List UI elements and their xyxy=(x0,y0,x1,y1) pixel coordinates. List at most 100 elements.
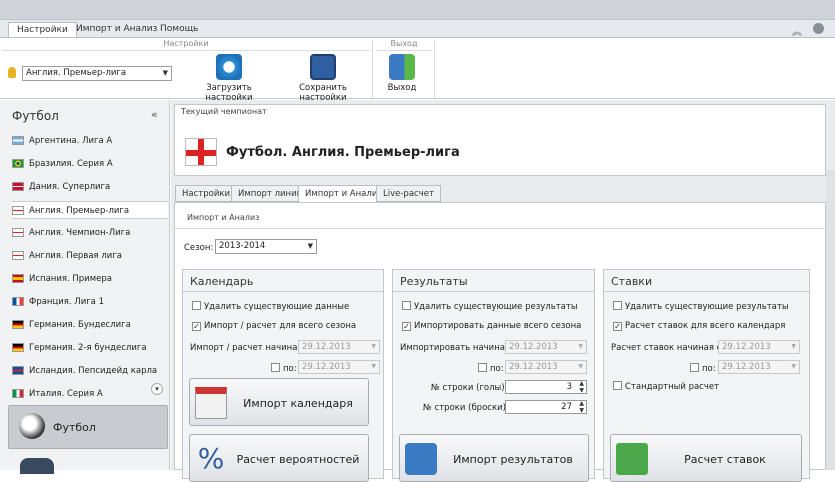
checkbox-label: Импортировать данные всего сезона xyxy=(414,321,582,331)
chevron-down-icon: ▼ xyxy=(578,343,583,350)
bets-standard-checkbox[interactable]: Стандартный расчет xyxy=(613,381,719,392)
sidebar-item-argentina[interactable]: Аргентина. Лига А xyxy=(12,132,168,150)
date-value: 29.12.2013 xyxy=(302,342,351,352)
ribbon-tab-strip: Настройки Импорт и Анализ Помощь ︽ xyxy=(0,20,835,38)
sidebar-item-label: Дания. Суперлига xyxy=(29,182,111,192)
ribbon-tab-import-analysis[interactable]: Импорт и Анализ xyxy=(68,22,165,38)
bets-panel: Ставки Удалить существующие результаты ✓… xyxy=(603,269,810,482)
group-separator xyxy=(434,40,435,98)
checkbox-empty-icon xyxy=(613,301,622,310)
checkbox-empty-icon xyxy=(192,301,201,310)
sidebar-item-france[interactable]: Франция. Лига 1 xyxy=(12,293,168,311)
ribbon-tab-settings[interactable]: Настройки xyxy=(8,22,77,38)
stepper-value: 3 xyxy=(566,382,572,392)
stepper-arrows-icon[interactable]: ▲ ▼ xyxy=(579,380,584,394)
hockey-icon[interactable] xyxy=(20,458,54,474)
sidebar-item-label: Англия. Премьер-лига xyxy=(29,206,130,216)
checkbox-label: Удалить существующие результаты xyxy=(414,302,578,312)
group-title-exit: Выход xyxy=(376,39,432,51)
date-value: 29.12.2013 xyxy=(509,362,558,372)
checkbox-empty-icon xyxy=(613,381,622,390)
calendar-to-checkbox[interactable]: по: xyxy=(271,363,297,374)
checkbox-empty-icon xyxy=(271,363,280,372)
bets-calc-all-checkbox[interactable]: ✓ Расчет ставок для всего календаря xyxy=(613,321,785,331)
results-import-all-checkbox[interactable]: ✓ Импортировать данные всего сезона xyxy=(402,321,581,331)
bets-to-checkbox[interactable]: по: xyxy=(690,363,716,374)
calc-probabilities-button[interactable]: % Расчет вероятностей xyxy=(189,434,369,482)
ribbon-tab-help[interactable]: Помощь xyxy=(152,22,206,38)
flag-denmark-icon xyxy=(12,182,24,191)
divider xyxy=(604,291,809,292)
flag-germany-icon xyxy=(12,343,24,352)
calendar-delete-checkbox[interactable]: Удалить существующие данные xyxy=(192,301,349,312)
help-circle-icon[interactable] xyxy=(813,23,824,34)
sidebar-item-denmark[interactable]: Дания. Суперлига xyxy=(12,178,168,196)
sidebar-item-italy[interactable]: Италия. Серия А xyxy=(12,385,168,403)
collapse-icon[interactable]: « xyxy=(151,108,158,121)
group-title-settings: Настройки xyxy=(2,39,370,51)
stepper-arrows-icon[interactable]: ▲ ▼ xyxy=(579,400,584,414)
checkbox-label: по: xyxy=(490,364,504,374)
scroll-down-icon[interactable]: ▾ xyxy=(151,383,163,395)
bets-from-date[interactable]: 29.12.2013 ▼ xyxy=(718,340,800,354)
calendar-import-all-checkbox[interactable]: ✓ Импорт / расчет для всего сезона xyxy=(192,321,356,331)
results-title: Результаты xyxy=(400,275,468,288)
sidebar-item-germany[interactable]: Германия. Бундеслига xyxy=(12,316,168,334)
sidebar-item-label: Бразилия. Серия А xyxy=(29,159,113,169)
checkbox-empty-icon xyxy=(402,301,411,310)
flag-france-icon xyxy=(12,297,24,306)
import-results-button[interactable]: Импорт результатов xyxy=(399,434,589,482)
results-to-date[interactable]: 29.12.2013 ▼ xyxy=(505,360,587,374)
tab-live-calc[interactable]: Live-расчет xyxy=(376,185,441,202)
calendar-to-date[interactable]: 29.12.2013 ▼ xyxy=(298,360,380,374)
calendar-from-date[interactable]: 29.12.2013 ▼ xyxy=(298,340,380,354)
sidebar-item-label: Италия. Серия А xyxy=(29,389,103,399)
date-value: 29.12.2013 xyxy=(302,362,351,372)
flag-italy-icon xyxy=(12,389,24,398)
checkbox-label: Стандартный расчет xyxy=(625,382,720,392)
row-shots-stepper[interactable]: 27 ▲ ▼ xyxy=(505,400,587,414)
bets-title: Ставки xyxy=(611,275,653,288)
main-scrollbar[interactable] xyxy=(826,170,835,470)
league-combo[interactable]: Англия. Премьер-лига ▼ xyxy=(22,66,172,81)
load-settings-button[interactable]: Загрузить настройки xyxy=(186,54,272,103)
chevron-down-icon: ▼ xyxy=(578,363,583,370)
calc-bets-button[interactable]: Расчет ставок xyxy=(610,434,802,482)
bets-delete-checkbox[interactable]: Удалить существующие результаты xyxy=(613,301,789,312)
flag-england-icon xyxy=(12,251,24,260)
season-select[interactable]: 2013-2014 ▼ xyxy=(215,239,317,254)
window-titlebar xyxy=(0,0,835,20)
refresh-icon xyxy=(216,54,242,80)
sidebar-item-england-first[interactable]: Англия. Первая лига xyxy=(12,247,168,265)
sidebar-item-label: Англия. Чемпион-Лига xyxy=(29,228,131,238)
results-delete-checkbox[interactable]: Удалить существующие результаты xyxy=(402,301,578,312)
sidebar-item-label: Франция. Лига 1 xyxy=(29,297,105,307)
championship-title: Футбол. Англия. Премьер-лига xyxy=(226,145,460,160)
save-settings-button[interactable]: Сохранить настройки xyxy=(278,54,368,103)
flag-argentina-icon xyxy=(12,136,24,145)
sidebar-item-germany-2[interactable]: Германия. 2-я бундеслига xyxy=(12,339,168,357)
bets-to-date[interactable]: 29.12.2013 ▼ xyxy=(718,360,800,374)
results-to-checkbox[interactable]: по: xyxy=(478,363,504,374)
results-from-date[interactable]: 29.12.2013 ▼ xyxy=(505,340,587,354)
ribbon-minimize-icon[interactable]: ︽ xyxy=(792,23,802,38)
sidebar-item-iceland[interactable]: Исландия. Пепсидейд карла xyxy=(12,362,168,380)
checkmark-icon: ✓ xyxy=(192,322,201,331)
import-calendar-button[interactable]: Импорт календаря xyxy=(189,378,369,426)
group-separator xyxy=(372,40,373,98)
exit-button[interactable]: Выход xyxy=(380,54,424,93)
row-goals-stepper[interactable]: 3 ▲ ▼ xyxy=(505,380,587,394)
football-nav-button[interactable]: Футбол xyxy=(8,405,168,449)
checkbox-empty-icon xyxy=(690,363,699,372)
results-from-label: Импортировать начиная с: xyxy=(400,343,521,353)
tab-settings[interactable]: Настройки xyxy=(175,185,238,202)
sidebar-title: Футбол xyxy=(12,109,59,123)
results-panel: Результаты Удалить существующие результа… xyxy=(392,269,595,482)
sidebar-item-brazil[interactable]: Бразилия. Серия А xyxy=(12,155,168,173)
sidebar-item-spain[interactable]: Испания. Примера xyxy=(12,270,168,288)
calendar-from-label: Импорт / расчет начиная с: xyxy=(190,343,313,353)
sidebar-item-england-championship[interactable]: Англия. Чемпион-Лига xyxy=(12,224,168,242)
import-analysis-box: Импорт и Анализ Сезон: 2013-2014 ▼ Кален… xyxy=(174,202,826,482)
sidebar-item-england-premier[interactable]: Англия. Премьер-лига xyxy=(12,201,168,219)
flag-germany-icon xyxy=(12,320,24,329)
